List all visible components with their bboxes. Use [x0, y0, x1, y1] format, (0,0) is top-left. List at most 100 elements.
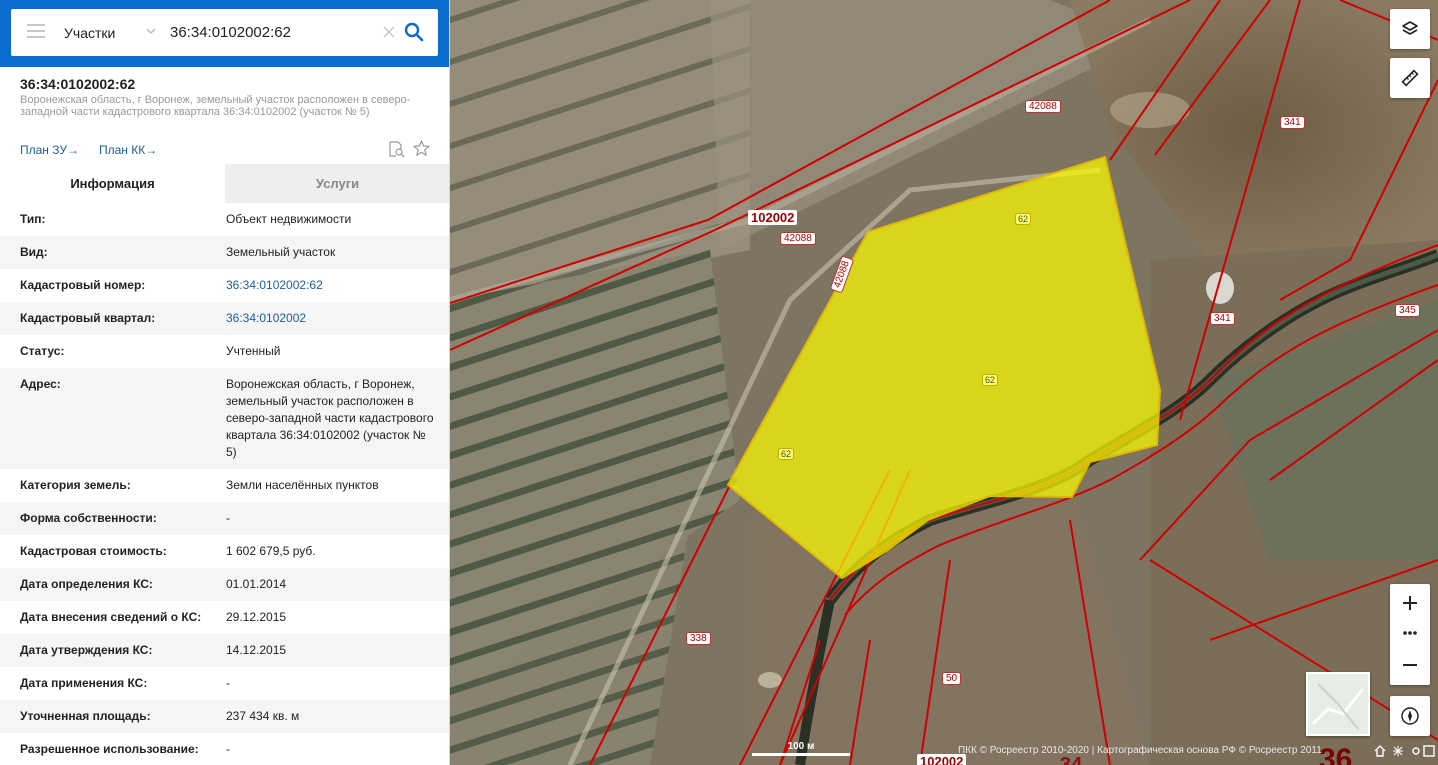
- selected-parcel-label[interactable]: 62: [1015, 213, 1032, 225]
- close-icon[interactable]: [382, 25, 396, 39]
- more-dots-icon: [1403, 631, 1417, 635]
- info-row-value: -: [226, 742, 230, 756]
- info-row-key: Уточненная площадь:: [20, 709, 151, 723]
- fullscreen-icon: [1423, 745, 1435, 757]
- info-row-key: Категория земель:: [20, 478, 131, 492]
- document-search-icon[interactable]: [388, 141, 405, 158]
- info-row-value: 01.01.2014: [226, 577, 287, 591]
- info-row: Кадастровая стоимость: 1 602 679,5 руб.: [0, 535, 449, 568]
- info-panel: Участки 36:34:0102002:62 36:34:0102002:6…: [0, 0, 450, 765]
- chevron-down-icon[interactable]: [145, 25, 157, 37]
- info-row: Дата определения КС: 01.01.2014: [0, 568, 449, 601]
- info-row-key: Дата применения КС:: [20, 676, 148, 690]
- info-row-value: Объект недвижимости: [226, 212, 352, 226]
- info-table: Тип: Объект недвижимости Вид: Земельный уча…: [0, 203, 449, 765]
- info-row-key: Кадастровая стоимость:: [20, 544, 167, 558]
- compass-button[interactable]: [1390, 696, 1430, 736]
- minus-icon: [1403, 664, 1417, 666]
- info-row-value: -: [226, 676, 230, 690]
- info-row-key: Адрес:: [20, 377, 61, 391]
- selected-parcel-label[interactable]: 62: [778, 448, 795, 460]
- settings-icon: [1412, 747, 1420, 755]
- star-icon[interactable]: [413, 140, 430, 157]
- search-box: Участки 36:34:0102002:62: [11, 9, 438, 56]
- cadastral-quarter-label[interactable]: 102002: [748, 210, 798, 225]
- search-input[interactable]: 36:34:0102002:62: [170, 23, 291, 43]
- zoom-out-button[interactable]: [1390, 644, 1430, 685]
- parcel-number-label[interactable]: 42088: [780, 232, 816, 245]
- info-row-value: 29.12.2015: [226, 610, 287, 624]
- measure-button[interactable]: [1390, 58, 1430, 98]
- info-row: Вид: Земельный участок: [0, 236, 449, 269]
- info-row-key: Тип:: [20, 212, 46, 226]
- info-row: Адрес: Воронежская область, г Воронеж, зе…: [0, 368, 449, 469]
- zoom-controls: [1390, 584, 1430, 685]
- parcel-number-label[interactable]: 341: [1210, 312, 1235, 325]
- info-row: Уточненная площадь: 237 434 кв. м: [0, 700, 449, 733]
- info-row: Форма собственности: -: [0, 502, 449, 535]
- info-row-value: Учтенный: [226, 344, 281, 358]
- info-row: Категория земель: Земли населённых пункто…: [0, 469, 449, 502]
- info-row-key: Кадастровый номер:: [20, 278, 146, 292]
- info-row: Дата применения КС: -: [0, 667, 449, 700]
- search-bar: Участки 36:34:0102002:62: [0, 0, 449, 67]
- info-row-value-link[interactable]: 36:34:0102002:62: [226, 269, 438, 302]
- layers-button[interactable]: [1390, 9, 1430, 49]
- scale-bar: [752, 753, 850, 756]
- info-row-value: Земельный участок: [226, 245, 336, 259]
- district-number-label: 34: [1060, 754, 1083, 765]
- info-row-key: Статус:: [20, 344, 65, 358]
- info-row-key: Вид:: [20, 245, 48, 259]
- info-row: Статус: Учтенный: [0, 335, 449, 368]
- zoom-in-button[interactable]: [1390, 584, 1430, 622]
- map-view[interactable]: 42088 42088 42088 341 341 345 338 50 62 …: [450, 0, 1438, 765]
- info-row: Разрешенное использование: -: [0, 733, 449, 765]
- selected-parcel-label[interactable]: 62: [982, 374, 999, 386]
- map-attribution: ПКК © Росреестр 2010-2020 | Картографиче…: [958, 745, 1322, 756]
- parcel-number-label[interactable]: 50: [942, 672, 962, 685]
- info-row-value: 14.12.2015: [226, 643, 287, 657]
- parcel-number-label[interactable]: 42088: [1025, 100, 1061, 113]
- info-row-key: Дата внесения сведений о КС:: [20, 610, 202, 624]
- info-row-value-link[interactable]: 36:34:0102002: [226, 302, 438, 335]
- info-row-key: Форма собственности:: [20, 511, 157, 525]
- panel-tabs: Информация Услуги: [0, 164, 449, 203]
- ruler-icon: [1401, 69, 1419, 87]
- info-row: Кадастровый квартал: 36:34:0102002: [0, 302, 449, 335]
- parcel-number-label[interactable]: 338: [686, 632, 711, 645]
- search-icon[interactable]: [404, 22, 424, 42]
- parcel-number-label[interactable]: 345: [1395, 304, 1420, 317]
- info-row-key: Разрешенное использование:: [20, 742, 199, 756]
- map-footer-icons: [1374, 745, 1435, 757]
- info-row-value: 1 602 679,5 руб.: [226, 544, 316, 558]
- tab-info[interactable]: Информация: [0, 164, 225, 203]
- layers-icon: [1402, 21, 1418, 35]
- info-row-value: Воронежская область, г Воронеж, земельны…: [226, 377, 434, 459]
- scale-label: 100 м: [787, 741, 815, 752]
- satellite-map[interactable]: [450, 0, 1438, 765]
- plus-icon: [1403, 596, 1417, 610]
- menu-icon[interactable]: [27, 24, 45, 40]
- info-row: Дата утверждения КС: 14.12.2015: [0, 634, 449, 667]
- object-title: 36:34:0102002:62: [20, 76, 136, 92]
- info-row: Дата внесения сведений о КС: 29.12.2015: [0, 601, 449, 634]
- map-scale: 100 м: [752, 741, 850, 756]
- plan-kk-link[interactable]: План КК→: [99, 143, 157, 157]
- info-row-value: -: [226, 511, 230, 525]
- tab-services[interactable]: Услуги: [225, 164, 449, 203]
- info-row-key: Кадастровый квартал:: [20, 311, 156, 325]
- parcel-number-label[interactable]: 341: [1280, 116, 1305, 129]
- overview-minimap[interactable]: [1306, 672, 1370, 736]
- home-icon: [1374, 745, 1386, 757]
- compass-icon: [1401, 707, 1419, 725]
- info-row-value: 237 434 кв. м: [226, 709, 300, 723]
- object-description: Воронежская область, г Воронеж, земельны…: [20, 94, 411, 118]
- info-row-key: Дата определения КС:: [20, 577, 153, 591]
- more-button[interactable]: [1390, 622, 1430, 644]
- share-icon: [1393, 746, 1403, 756]
- info-row: Тип: Объект недвижимости: [0, 203, 449, 236]
- plan-zu-link[interactable]: План ЗУ→: [20, 143, 79, 157]
- info-row-value: Земли населённых пунктов: [226, 478, 379, 492]
- info-row-key: Дата утверждения КС:: [20, 643, 153, 657]
- info-row: Кадастровый номер: 36:34:0102002:62: [0, 269, 449, 302]
